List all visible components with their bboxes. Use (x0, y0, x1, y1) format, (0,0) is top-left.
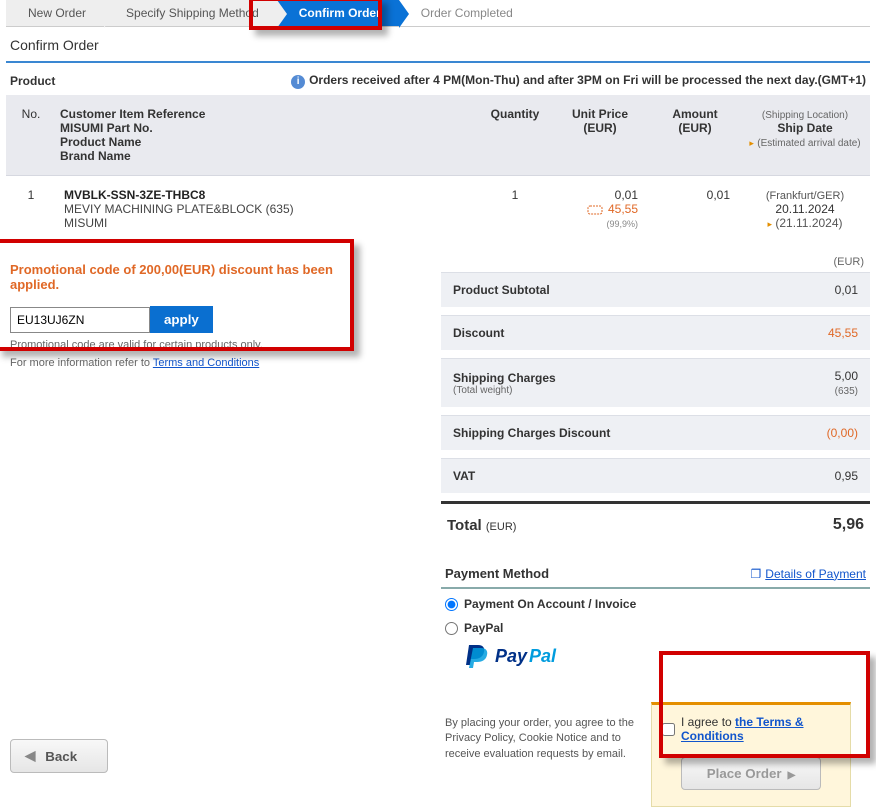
step-confirm-order[interactable]: Confirm Order (277, 0, 399, 26)
chevron-left-icon: ◀ (25, 748, 35, 764)
processing-notice: iOrders received after 4 PM(Mon-Thu) and… (291, 73, 866, 89)
row-qty: 1 (480, 188, 550, 230)
step-new-order[interactable]: New Order (6, 0, 104, 26)
row-no: 1 (6, 188, 56, 230)
product-table-row: 1 MVBLK-SSN-3ZE-THBC8 MEVIY MACHINING PL… (6, 176, 870, 238)
shipping-discount-row: Shipping Charges Discount (0,00) (441, 415, 870, 450)
promo-note-link-row: For more information refer to Terms and … (6, 351, 361, 369)
hdr-desc: Customer Item Reference MISUMI Part No. … (56, 95, 480, 175)
payment-radio-paypal[interactable] (445, 622, 458, 635)
grand-total-row: Total (EUR) 5,96 (441, 501, 870, 546)
payment-method-header: Payment Method ❐Details of Payment (441, 556, 870, 589)
agree-text: I agree to the Terms & Conditions (681, 715, 840, 743)
promo-code-input[interactable] (10, 307, 150, 333)
chevron-right-icon: ▶ (788, 770, 796, 781)
row-unit-price: 0,01 45,55 (99,9%) (550, 188, 650, 230)
payment-option-invoice[interactable]: Payment On Account / Invoice (441, 589, 870, 613)
step-order-completed: Order Completed (399, 0, 531, 26)
promo-applied-message: Promotional code of 200,00(EUR) discount… (6, 256, 361, 306)
agree-checkbox[interactable] (662, 723, 675, 736)
payment-option-label: Payment On Account / Invoice (464, 597, 636, 611)
place-order-button[interactable]: Place Order ▶ (681, 757, 821, 790)
row-ship: (Frankfurt/GER) 20.11.2024 ▸ (21.11.2024… (740, 188, 870, 230)
hdr-amount: Amount (EUR) (650, 95, 740, 175)
row-amount: 0,01 (650, 188, 740, 230)
page-title: Confirm Order (6, 27, 870, 63)
place-order-label: Place Order (707, 766, 782, 781)
discount-row: Discount 45,55 (441, 315, 870, 350)
step-label: Specify Shipping Method (126, 6, 259, 20)
new-window-icon: ❐ (751, 567, 762, 581)
back-button[interactable]: ◀ Back (10, 739, 108, 773)
payment-option-paypal[interactable]: PayPal (441, 613, 870, 637)
hdr-qty: Quantity (491, 107, 540, 121)
hdr-no: No. (22, 107, 41, 121)
currency-label: (EUR) (441, 256, 870, 272)
step-label: Order Completed (421, 6, 513, 20)
product-table-header: No. Customer Item Reference MISUMI Part … (6, 95, 870, 176)
paypal-logo: Pay Pal (441, 637, 870, 672)
step-label: New Order (28, 6, 86, 20)
svg-text:Pay: Pay (495, 646, 528, 666)
hdr-unit-price: Unit Price (EUR) (550, 95, 650, 175)
step-label: Confirm Order (299, 6, 381, 20)
subtotal-row: Product Subtotal 0,01 (441, 272, 870, 307)
promo-note: Promotional code are valid for certain p… (6, 333, 361, 351)
details-of-payment-link[interactable]: Details of Payment (765, 567, 866, 581)
hdr-ship-date: (Shipping Location) Ship Date ▸ (Estimat… (740, 95, 870, 175)
step-shipping-method[interactable]: Specify Shipping Method (104, 0, 277, 26)
svg-text:Pal: Pal (529, 646, 557, 666)
agree-box: I agree to the Terms & Conditions Place … (651, 702, 851, 807)
coupon-icon (587, 204, 605, 216)
row-desc: MVBLK-SSN-3ZE-THBC8 MEVIY MACHINING PLAT… (56, 188, 480, 230)
payment-radio-invoice[interactable] (445, 598, 458, 611)
payment-option-label: PayPal (464, 621, 503, 635)
promo-terms-link[interactable]: Terms and Conditions (153, 357, 259, 369)
shipping-row: Shipping Charges(Total weight) 5,00(635) (441, 358, 870, 407)
apply-button[interactable]: apply (150, 306, 213, 333)
info-icon: i (291, 75, 305, 89)
product-section-label: Product (10, 74, 55, 88)
stepper-nav: New Order Specify Shipping Method Confir… (6, 0, 870, 27)
vat-row: VAT 0,95 (441, 458, 870, 493)
back-button-label: Back (45, 749, 77, 764)
place-order-note: By placing your order, you agree to the … (441, 702, 641, 762)
